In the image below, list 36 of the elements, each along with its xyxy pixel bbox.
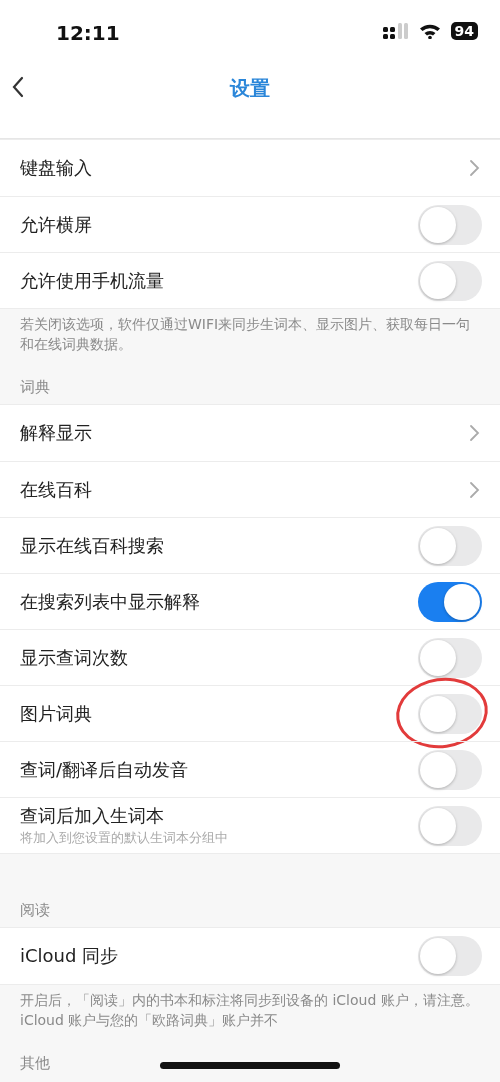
chevron-icon xyxy=(469,424,480,443)
toggle-switch[interactable] xyxy=(418,693,482,734)
wifi-icon xyxy=(418,23,441,39)
setting-description: 将加入到您设置的默认生词本分组中 xyxy=(20,829,229,848)
toggle-switch[interactable] xyxy=(418,805,482,846)
clock-time: 12:11 xyxy=(56,20,121,45)
footnote-text: 开启后，「阅读」内的书本和标注将同步到设备的 iCloud 账户，请注意。iCloud 账户与您的「欧路词典」账户并不 xyxy=(19,991,480,1030)
setting-label: 在线百科 xyxy=(20,477,93,502)
chevron-icon xyxy=(469,480,480,499)
setting-label: 图片词典 xyxy=(20,701,93,726)
toggle-switch[interactable] xyxy=(418,637,482,678)
setting-label: 显示在线百科搜索 xyxy=(20,533,165,558)
toggle-switch[interactable] xyxy=(418,204,482,245)
setting-label: 键盘输入 xyxy=(20,156,93,180)
setting-label: 显示查词次数 xyxy=(20,645,129,670)
screen-title: 设置 xyxy=(230,74,270,102)
footnote-text: 若关闭该选项，软件仅通过WIFI来同步生词本、显示图片、获取每日一句和在线词典数据。 xyxy=(19,315,472,354)
chevron-icon xyxy=(469,159,480,177)
section-header: 词典 xyxy=(20,378,50,398)
signal-icon xyxy=(382,23,409,39)
toggle-switch[interactable] xyxy=(418,581,482,622)
back-button[interactable] xyxy=(10,76,26,100)
setting-label: 查词后加入生词本 xyxy=(20,804,165,829)
toggle-switch[interactable] xyxy=(418,525,482,566)
setting-label: 允许使用手机流量 xyxy=(20,268,165,293)
section-header: 阅读 xyxy=(20,901,50,921)
setting-label: 允许横屏 xyxy=(20,212,93,237)
setting-label: 解释显示 xyxy=(20,421,93,446)
section-header: 其他 xyxy=(20,1054,50,1074)
setting-label: 在搜索列表中显示解释 xyxy=(20,589,201,614)
toggle-switch[interactable] xyxy=(418,749,482,790)
setting-label: iCloud 同步 xyxy=(20,944,120,969)
setting-label: 查词/翻译后自动发音 xyxy=(20,757,190,782)
toggle-switch[interactable] xyxy=(418,936,482,977)
battery-icon: 94 xyxy=(450,22,478,40)
toggle-switch[interactable] xyxy=(418,260,482,301)
